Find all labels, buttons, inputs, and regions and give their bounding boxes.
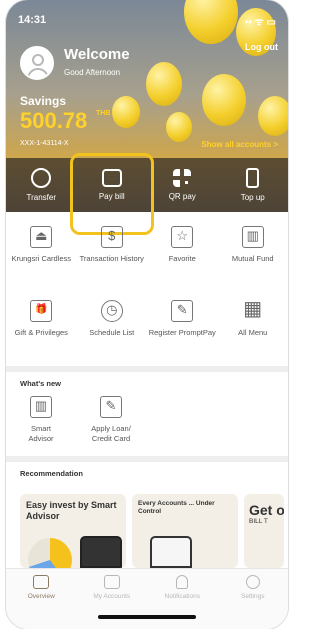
grid-icon: ▦ (243, 298, 263, 320)
show-all-accounts-link[interactable]: Show all accounts > (201, 140, 278, 149)
menu-item-all-menu[interactable]: ▦ All Menu (218, 296, 289, 360)
home-indicator[interactable] (98, 615, 196, 619)
gear-icon (245, 575, 260, 589)
menu-item-schedule-list[interactable]: ◷ Schedule List (77, 296, 148, 360)
advisor-icon: ▥ (30, 396, 52, 418)
menu-item-mutual-fund[interactable]: ▥ Mutual Fund (218, 222, 289, 286)
overview-icon (33, 575, 50, 589)
accounts-icon (103, 575, 120, 589)
divider (6, 456, 288, 462)
divider (6, 366, 288, 372)
tab-label: Overview (27, 593, 55, 600)
recommendation-card[interactable]: Every Accounts ... Under Control (132, 494, 238, 568)
menu-item-gift[interactable]: 🎁 Gift & Privileges (6, 296, 77, 360)
menu-item-label: Register PromptPay (148, 328, 216, 337)
top-up-button[interactable]: Top up (218, 158, 289, 212)
menu-item-cardless[interactable]: ⏏ Krungsri Cardless (6, 222, 77, 286)
welcome-title: Welcome (64, 46, 130, 63)
bell-icon (176, 575, 189, 589)
logout-button[interactable]: Log out (245, 42, 278, 52)
balloon-decoration (146, 62, 182, 106)
menu-item-register-promptpay[interactable]: ✎ Register PromptPay (147, 296, 218, 360)
phone-screen: 14:31 ▪▪ ᯤ ▭ Welcome Good Afternoon Log … (6, 0, 288, 629)
whats-new-title: What's new (20, 379, 61, 388)
menu-item-label: Favorite (168, 254, 196, 263)
whats-new-label: Smart Advisor (28, 424, 54, 444)
tab-my-accounts[interactable]: My Accounts (77, 569, 148, 629)
menu-item-transaction-history[interactable]: $ Transaction History (77, 222, 148, 286)
qr-pay-button[interactable]: QR pay (147, 158, 218, 212)
tab-settings[interactable]: Settings (218, 569, 289, 629)
qr-pay-label: QR pay (168, 192, 196, 201)
recommendation-title: Recommendation (20, 469, 83, 478)
promptpay-icon: ✎ (171, 300, 194, 322)
smart-advisor-item[interactable]: ▥ Smart Advisor (6, 392, 76, 456)
chart-graphic-icon (28, 538, 72, 568)
recommendation-card[interactable]: Get or BILL T (244, 494, 284, 568)
account-balance: 500.78 (20, 108, 88, 133)
tab-label: My Accounts (93, 593, 131, 600)
whats-new-label: Apply Loan/ Credit Card (91, 424, 131, 444)
gift-icon: 🎁 (30, 300, 53, 322)
phone-graphic-icon (80, 536, 122, 568)
card-title: Every Accounts ... Under Control (138, 500, 215, 516)
avatar-body-icon (27, 68, 49, 78)
tab-label: Notifications (164, 593, 200, 600)
menu-item-favorite[interactable]: ☆ Favorite (147, 222, 218, 286)
menu-item-label: Krungsri Cardless (11, 254, 72, 263)
status-time: 14:31 (18, 14, 47, 26)
card-subtitle: BILL T (249, 518, 268, 525)
bottom-tab-bar: Overview My Accounts Notifications Setti… (6, 568, 288, 629)
transfer-label: Transfer (26, 193, 57, 202)
apply-loan-item[interactable]: ✎ Apply Loan/ Credit Card (76, 392, 146, 456)
recommendation-card[interactable]: Easy invest by Smart Advisor (20, 494, 126, 568)
phone-icon (246, 168, 260, 188)
menu-grid: ⏏ Krungsri Cardless $ Transaction Histor… (6, 222, 288, 360)
balloon-decoration (112, 96, 140, 128)
card-title: Get or (249, 502, 284, 518)
clock-icon: ◷ (100, 300, 123, 322)
favorite-icon: ☆ (171, 226, 194, 248)
account-type: Savings (20, 94, 67, 108)
qr-icon (173, 169, 192, 187)
menu-item-label: Schedule List (89, 328, 135, 337)
status-icons: ▪▪ ᯤ ▭ (244, 17, 276, 28)
whats-new-section: ▥ Smart Advisor ✎ Apply Loan/ Credit Car… (6, 392, 288, 456)
menu-item-label: Transaction History (79, 254, 144, 263)
recommendation-carousel[interactable]: Easy invest by Smart Advisor Every Accou… (20, 494, 284, 568)
avatar[interactable] (20, 46, 54, 80)
balloon-decoration (258, 96, 288, 136)
loan-icon: ✎ (100, 396, 122, 418)
fund-icon: ▥ (241, 226, 264, 248)
tab-notifications[interactable]: Notifications (147, 569, 218, 629)
menu-item-label: Gift & Privileges (14, 328, 68, 337)
menu-item-label: Mutual Fund (231, 254, 274, 263)
avatar-head-icon (32, 54, 44, 66)
menu-item-label: All Menu (238, 328, 268, 337)
account-number: XXX-1-43114-X (20, 140, 69, 147)
phone-graphic-icon (150, 536, 192, 568)
card-title: Easy invest by Smart Advisor (26, 500, 117, 521)
tab-overview[interactable]: Overview (6, 569, 77, 629)
atm-icon: ⏏ (30, 226, 53, 248)
top-up-label: Top up (240, 193, 265, 202)
history-icon: $ (100, 226, 123, 248)
status-bar: 14:31 ▪▪ ᯤ ▭ (18, 14, 276, 28)
transfer-button[interactable]: Transfer (6, 158, 77, 212)
balance-currency: THB (96, 110, 111, 117)
balloon-decoration (166, 112, 192, 142)
tab-label: Settings (241, 593, 265, 600)
greeting-text: Good Afternoon (64, 68, 121, 77)
transfer-icon (31, 168, 52, 188)
balloon-decoration (202, 74, 246, 126)
